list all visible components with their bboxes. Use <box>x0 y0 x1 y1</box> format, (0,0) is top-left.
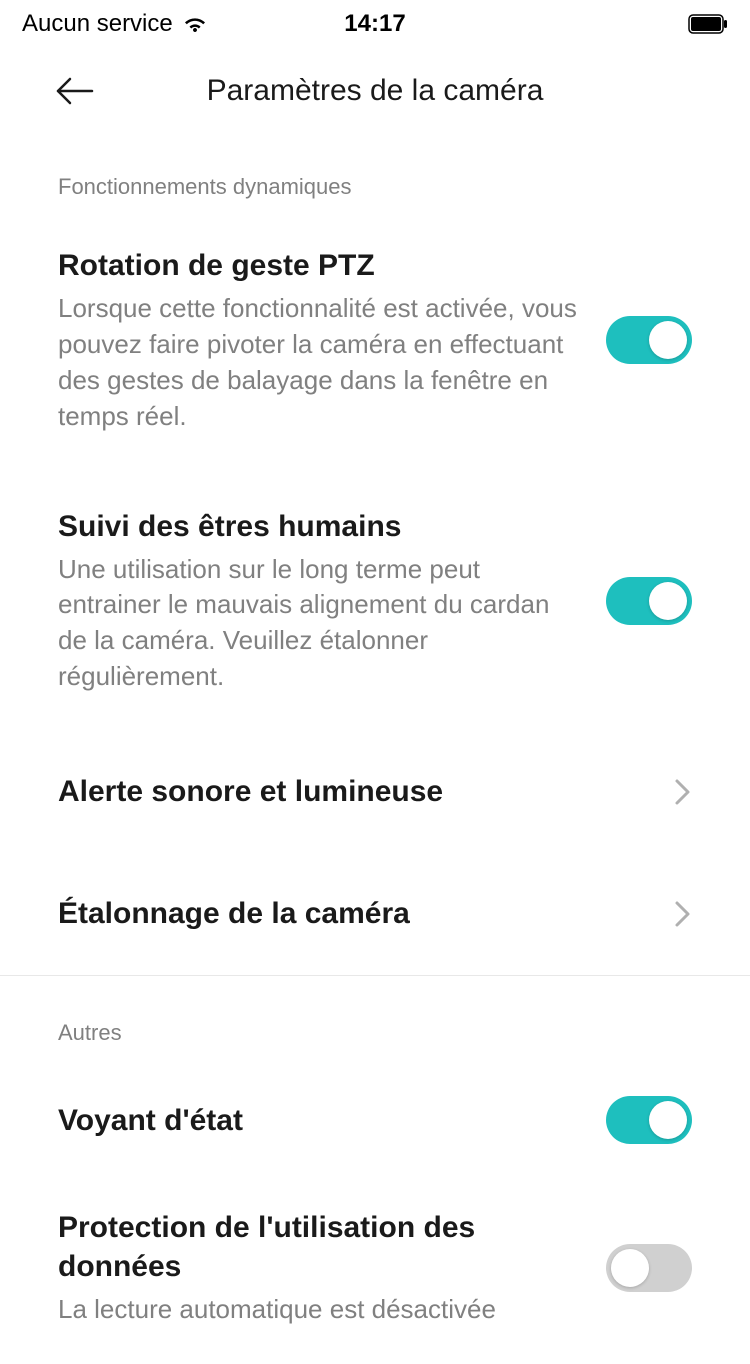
ptz-rotation-toggle[interactable] <box>606 316 692 364</box>
setting-ptz-rotation: Rotation de geste PTZ Lorsque cette fonc… <box>58 210 692 471</box>
page-title: Paramètres de la caméra <box>207 74 544 108</box>
section-header-dynamic: Fonctionnements dynamiques <box>58 130 692 210</box>
battery-icon <box>688 14 728 34</box>
wifi-icon <box>183 12 207 36</box>
link-camera-calibration[interactable]: Étalonnage de la caméra <box>58 853 692 975</box>
section-header-other: Autres <box>58 976 692 1056</box>
data-protection-desc: La lecture automatique est désactivée <box>58 1292 578 1328</box>
clock-time: 14:17 <box>344 10 405 38</box>
human-tracking-toggle[interactable] <box>606 577 692 625</box>
data-protection-toggle[interactable] <box>606 1244 692 1292</box>
sound-light-alert-title: Alerte sonore et lumineuse <box>58 775 443 809</box>
human-tracking-title: Suivi des êtres humains <box>58 507 578 546</box>
status-light-title: Voyant d'état <box>58 1101 578 1140</box>
status-light-toggle[interactable] <box>606 1096 692 1144</box>
setting-status-light: Voyant d'état <box>58 1056 692 1170</box>
link-sound-light-alert[interactable]: Alerte sonore et lumineuse <box>58 731 692 853</box>
chevron-right-icon <box>674 900 692 928</box>
camera-calibration-title: Étalonnage de la caméra <box>58 897 410 931</box>
ptz-rotation-title: Rotation de geste PTZ <box>58 246 578 285</box>
navigation-bar: Paramètres de la caméra <box>0 44 750 130</box>
service-status: Aucun service <box>22 10 173 38</box>
back-button[interactable] <box>56 72 94 110</box>
chevron-right-icon <box>674 778 692 806</box>
arrow-left-icon <box>56 76 94 106</box>
status-bar: Aucun service 14:17 <box>0 0 750 44</box>
setting-data-protection: Protection de l'utilisation des données … <box>58 1170 692 1364</box>
ptz-rotation-desc: Lorsque cette fonctionnalité est activée… <box>58 291 578 435</box>
setting-human-tracking: Suivi des êtres humains Une utilisation … <box>58 471 692 732</box>
data-protection-title: Protection de l'utilisation des données <box>58 1208 578 1286</box>
human-tracking-desc: Une utilisation sur le long terme peut e… <box>58 552 578 696</box>
